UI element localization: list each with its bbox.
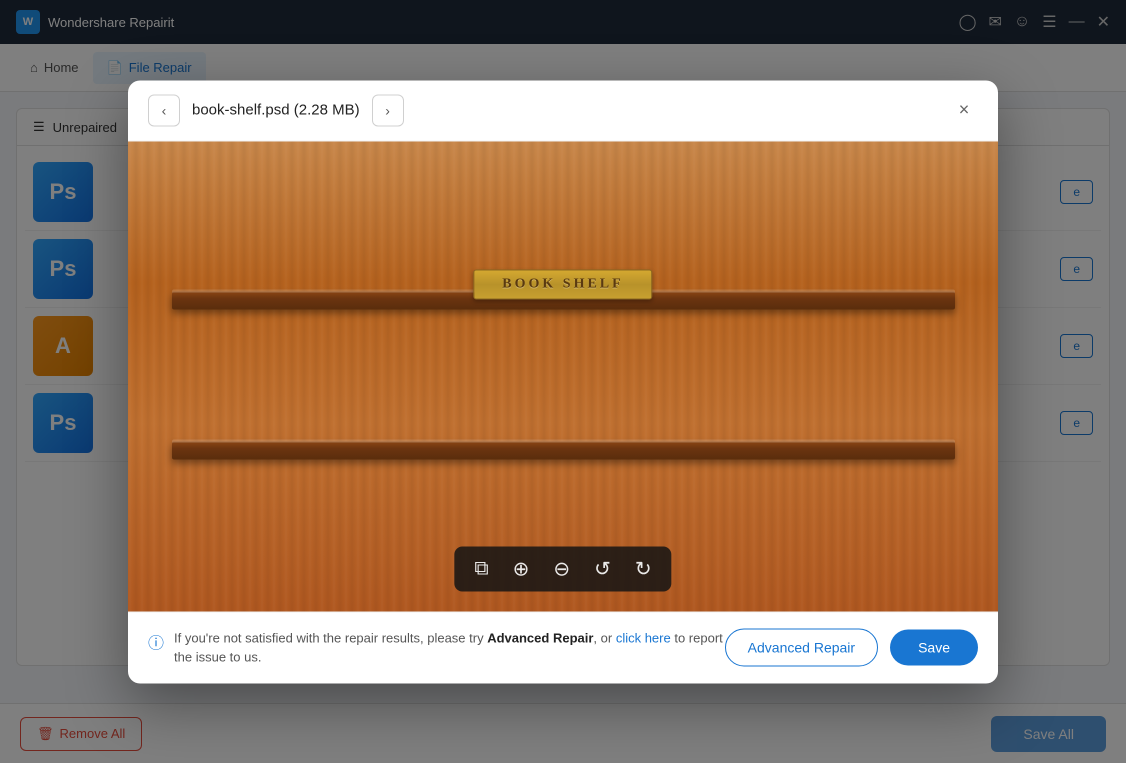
bookshelf-image: BOOK SHELF	[128, 141, 998, 611]
zoom-in-icon[interactable]: ⊕	[513, 556, 530, 581]
rotate-right-icon[interactable]: ↻	[635, 556, 652, 581]
zoom-out-icon[interactable]: ⊖	[553, 556, 570, 581]
shelf-label: BOOK SHELF	[473, 269, 652, 299]
footer-actions: Advanced Repair Save	[725, 629, 978, 667]
preview-modal: ‹ book-shelf.psd (2.28 MB) › × BOOK SHEL…	[128, 80, 998, 683]
app-window: W Wondershare Repairit ◯ ✉ ☺ ☰ — ✕ ⌂ Hom…	[0, 0, 1126, 763]
chevron-left-icon: ‹	[162, 102, 167, 118]
modal-image-area: BOOK SHELF ⧉ ⊕ ⊖ ↺ ↻	[128, 141, 998, 611]
modal-filename: book-shelf.psd (2.28 MB)	[192, 102, 360, 119]
footer-info: ⓘ If you're not satisfied with the repai…	[148, 628, 725, 667]
modal-navigation: ‹ book-shelf.psd (2.28 MB) ›	[148, 94, 404, 126]
chevron-right-icon: ›	[385, 102, 390, 118]
advanced-repair-button[interactable]: Advanced Repair	[725, 629, 878, 667]
top-shelf: BOOK SHELF	[172, 291, 955, 309]
save-button[interactable]: Save	[890, 630, 978, 666]
advanced-repair-bold: Advanced Repair	[487, 630, 593, 645]
modal-close-button[interactable]: ×	[950, 96, 978, 124]
image-toolbar: ⧉ ⊕ ⊖ ↺ ↻	[454, 546, 671, 591]
expand-icon[interactable]: ⧉	[474, 557, 488, 580]
next-file-button[interactable]: ›	[372, 94, 404, 126]
footer-message: If you're not satisfied with the repair …	[174, 628, 725, 667]
rotate-left-icon[interactable]: ↺	[594, 556, 611, 581]
close-icon: ×	[959, 100, 970, 121]
bottom-shelf	[172, 441, 955, 459]
info-icon: ⓘ	[148, 629, 164, 653]
wood-grain-overlay	[128, 141, 998, 611]
click-here-link[interactable]: click here	[616, 630, 671, 645]
modal-header: ‹ book-shelf.psd (2.28 MB) › ×	[128, 80, 998, 141]
modal-footer: ⓘ If you're not satisfied with the repai…	[128, 611, 998, 683]
prev-file-button[interactable]: ‹	[148, 94, 180, 126]
